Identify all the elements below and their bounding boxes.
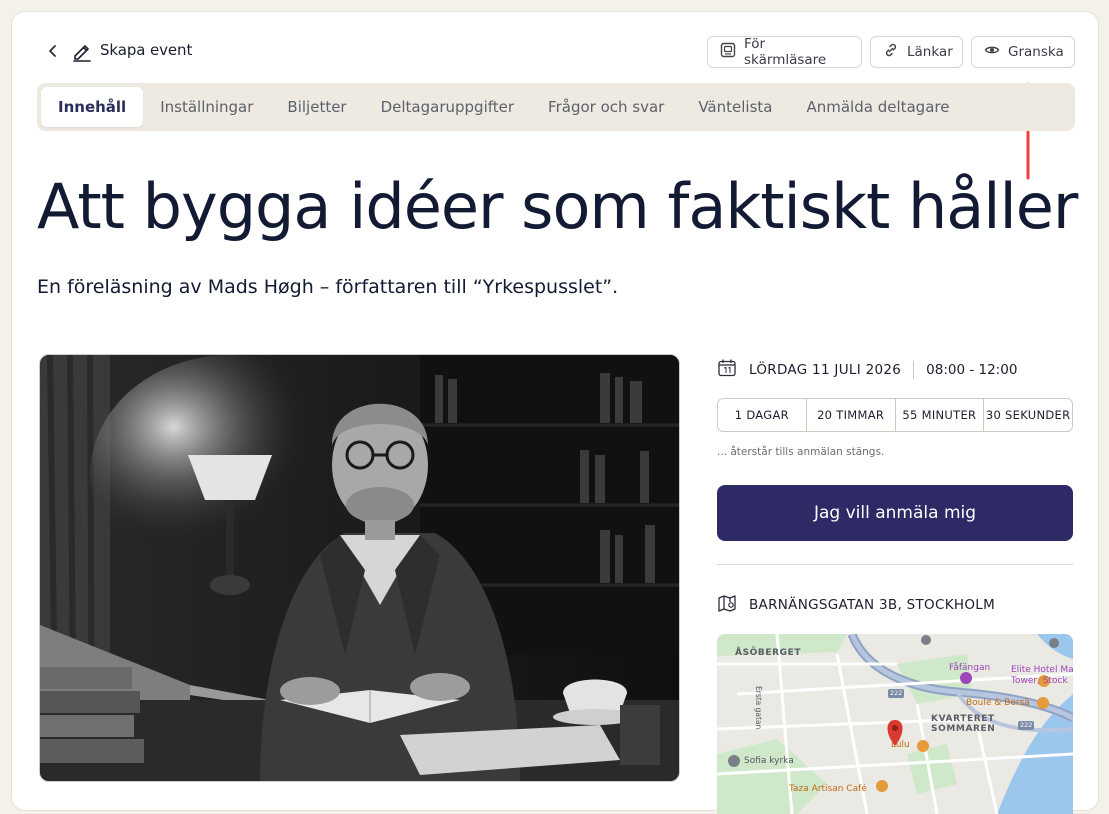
tab-bar: Innehåll Inställningar Biljetter Deltaga…	[37, 83, 1075, 131]
event-time: 08:00 - 12:00	[926, 362, 1018, 378]
map-label-fafangan: Fåfängan	[949, 663, 991, 673]
register-button[interactable]: Jag vill anmäla mig	[717, 485, 1073, 541]
tab-installningar[interactable]: Inställningar	[143, 87, 270, 127]
divider	[717, 564, 1073, 565]
event-subtitle: En föreläsning av Mads Høgh – författare…	[37, 276, 619, 298]
event-editor-card: Skapa event För skärmläsare Länkar Grans…	[11, 11, 1099, 814]
countdown-timer: 1 DAGAR 20 TIMMAR 55 MINUTER 30 SEKUNDER	[717, 398, 1073, 432]
screen-reader-button[interactable]: För skärmläsare	[707, 36, 862, 68]
map-road-shield-1: 222	[890, 689, 903, 697]
links-label: Länkar	[907, 44, 953, 60]
tab-innehall[interactable]: Innehåll	[41, 87, 144, 127]
back-chevron-icon[interactable]	[42, 40, 64, 62]
location-map[interactable]: ÅSÖBERGET Ersta gatan Fåfängan Elite Hot…	[717, 634, 1073, 814]
map-label-lulu: Lulu	[891, 740, 910, 750]
address-row: BARNÄNGSGATAN 3B, STOCKHOLM	[717, 593, 995, 617]
screen-reader-label: För skärmläsare	[744, 36, 827, 68]
event-headline: Att bygga idéer som faktiskt håller	[37, 170, 1078, 243]
countdown-hours: 20 TIMMAR	[807, 399, 896, 431]
preview-button[interactable]: Granska	[971, 36, 1075, 68]
tab-anmalda-deltagare[interactable]: Anmälda deltagare	[789, 87, 966, 127]
screen-reader-icon	[720, 42, 736, 62]
map-label-sommaren: SOMMAREN	[931, 724, 996, 734]
countdown-minutes: 55 MINUTER	[896, 399, 985, 431]
map-pin-icon	[717, 593, 737, 617]
map-label-boule: Boule & Bersã	[966, 698, 1030, 708]
calendar-icon	[717, 358, 737, 382]
map-label-asoberget: ÅSÖBERGET	[735, 648, 802, 658]
tab-biljetter[interactable]: Biljetter	[270, 87, 363, 127]
countdown-days: 1 DAGAR	[718, 399, 807, 431]
map-label-taza-cafe: Taza Artisan Café	[789, 784, 867, 794]
pencil-edit-icon	[71, 40, 93, 62]
link-icon	[883, 42, 899, 62]
tab-deltagaruppgifter[interactable]: Deltagaruppgifter	[364, 87, 531, 127]
tab-fragor-och-svar[interactable]: Frågor och svar	[531, 87, 681, 127]
tab-vantelista[interactable]: Väntelista	[681, 87, 789, 127]
map-label-street: Ersta gatan	[754, 686, 763, 730]
event-date: LÖRDAG 11 JULI 2026	[749, 362, 902, 378]
countdown-seconds: 30 SEKUNDER	[985, 408, 1071, 422]
preview-label: Granska	[1008, 44, 1064, 60]
map-label-sofia-kyrka: Sofia kyrka	[744, 756, 794, 766]
map-label-hotel-2: Tower, Stock	[1011, 676, 1068, 686]
date-row: LÖRDAG 11 JULI 2026 08:00 - 12:00	[717, 358, 1017, 382]
event-photo	[39, 354, 680, 782]
event-address: BARNÄNGSGATAN 3B, STOCKHOLM	[749, 597, 996, 613]
map-label-kvarteret: KVARTERET	[931, 714, 995, 724]
page-title: Skapa event	[100, 41, 193, 59]
date-time-separator	[913, 361, 915, 379]
map-road-shield-2: 222	[1020, 721, 1033, 729]
map-label-hotel-1: Elite Hotel Ma	[1011, 665, 1073, 675]
registration-closes-note: ... återstår tills anmälan stängs.	[717, 446, 885, 458]
eye-icon	[984, 42, 1000, 62]
links-button[interactable]: Länkar	[870, 36, 963, 68]
